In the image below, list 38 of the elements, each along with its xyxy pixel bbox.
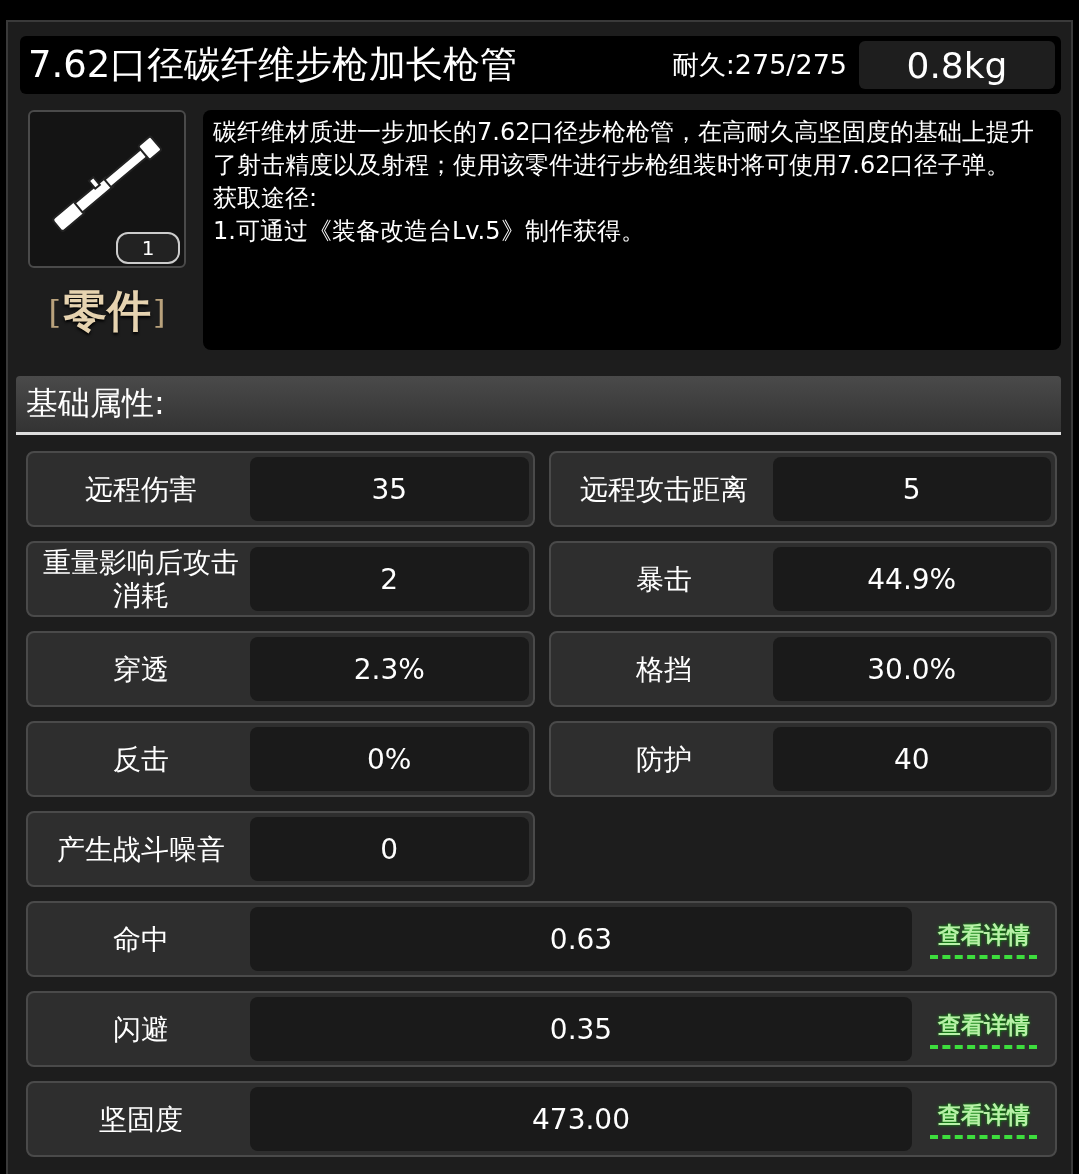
stat-value: 0 [250, 817, 529, 881]
item-title: 7.62口径碳纤维步枪加长枪管 [28, 42, 519, 88]
category-label: 零件 [63, 284, 151, 338]
stat-value: 2.3% [250, 637, 529, 701]
details-link[interactable]: 查看详情 [930, 919, 1037, 959]
stat-label: 产生战斗噪音 [56, 832, 226, 866]
stat-label: 暴击 [634, 562, 693, 596]
stat-value: 2 [250, 547, 529, 611]
description-text: 获取途径: [213, 183, 319, 214]
bracket-mark: ] [153, 292, 166, 331]
durability-text: 耐久:275/275 [671, 48, 847, 82]
stat-label: 闪避 [112, 1012, 170, 1046]
stat-label: 坚固度 [98, 1102, 184, 1136]
stat-value: 473.00 [250, 1087, 912, 1151]
stat-label: 防护 [634, 742, 693, 776]
stat-value: 0.35 [250, 997, 912, 1061]
stat-value: 5 [772, 457, 1051, 521]
stat-value: 30.0% [772, 637, 1051, 701]
description-text: 1.可通过《装备改造台Lv.5》制作获得。 [213, 216, 646, 247]
bracket-mark: [ [48, 292, 61, 331]
stat-label: 远程攻击距离 [578, 472, 749, 506]
count-badge: 1 [116, 232, 180, 264]
stat-value: 40 [772, 727, 1051, 791]
details-link[interactable]: 查看详情 [930, 1009, 1037, 1049]
stat-label: 命中 [112, 922, 170, 956]
weight-label: 0.8kg [859, 41, 1055, 89]
stat-label: 反击 [112, 742, 170, 776]
description-text: 碳纤维材质进一步加长的7.62口径步枪枪管，在高耐久高坚固度的基础上提升了射击精度以及射程；使用该零件进行步枪组装时将可使用7.62口径子弹。 [213, 117, 1036, 181]
stat-label: 远程伤害 [84, 472, 198, 506]
stat-value: 0.63 [250, 907, 912, 971]
stat-value: 35 [250, 457, 529, 521]
details-link[interactable]: 查看详情 [930, 1099, 1037, 1139]
stat-value: 0% [250, 727, 529, 791]
stat-label: 格挡 [634, 652, 693, 686]
stat-label: 穿透 [112, 652, 170, 686]
section-title: 基础属性: [26, 383, 165, 424]
stat-value: 44.9% [772, 547, 1051, 611]
stat-label: 重量影响后攻击消耗 [42, 546, 240, 612]
